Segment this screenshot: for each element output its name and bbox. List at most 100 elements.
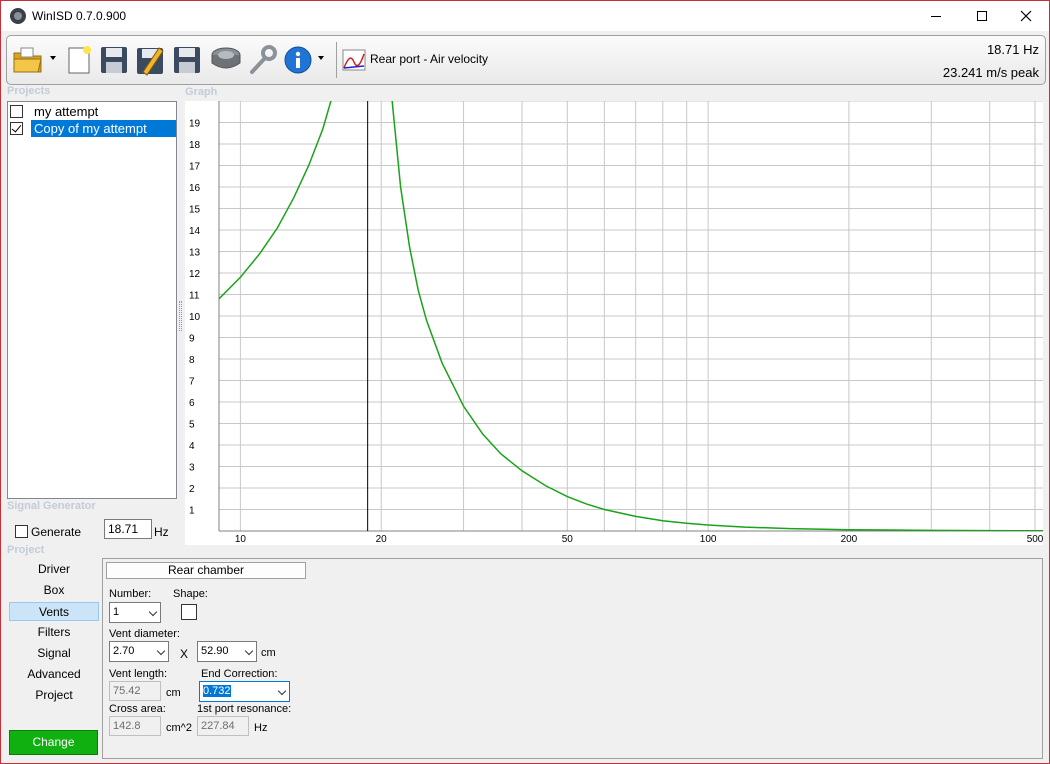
tab-vents[interactable]: Vents xyxy=(9,602,99,621)
vent-diameter-label: Vent diameter: xyxy=(109,628,180,640)
open-dropdown-arrow[interactable] xyxy=(50,56,56,60)
tab-filters[interactable]: Filters xyxy=(9,623,99,642)
toolbar: Rear port - Air velocity 18.71 Hz 23.241… xyxy=(6,35,1046,85)
save-edit-button[interactable] xyxy=(133,42,167,78)
open-button[interactable] xyxy=(11,42,45,78)
project-checkbox[interactable] xyxy=(10,105,23,118)
end-correction-combo[interactable]: 0.732 xyxy=(199,681,290,702)
y-tick-label: 18 xyxy=(189,140,201,151)
number-combo[interactable]: 1 xyxy=(109,602,161,623)
driver-button[interactable] xyxy=(209,42,243,78)
signal-generator-caption: Signal Generator xyxy=(7,500,96,512)
y-tick-label: 3 xyxy=(189,463,195,474)
cross-area-label: Cross area: xyxy=(109,703,166,715)
cross-area-unit: cm^2 xyxy=(166,722,192,734)
air-velocity-chart[interactable]: 1234567891011121314151617181910 20 50 100 20… xyxy=(185,101,1043,545)
vent-length-field: 75.42 xyxy=(109,681,161,701)
shape-selector[interactable] xyxy=(181,604,197,620)
x-tick-label: 10 xyxy=(235,534,247,545)
vent-second-value: 52.90 xyxy=(201,645,229,657)
y-tick-label: 2 xyxy=(189,484,195,495)
y-tick-label: 6 xyxy=(189,398,195,409)
app-window: WinISD 0.7.0.900 Rear port - Air velocit… xyxy=(0,0,1050,764)
wrench-icon xyxy=(250,45,277,74)
rear-chamber-button[interactable]: Rear chamber xyxy=(106,562,306,579)
vent-diameter-value: 2.70 xyxy=(113,645,135,657)
tools-button[interactable] xyxy=(245,42,279,78)
x-tick-label: 200 xyxy=(841,534,858,545)
vent-diameter-combo[interactable]: 2.70 xyxy=(109,641,169,662)
project-tab-list: Driver Box Vents Filters Signal Advanced… xyxy=(7,559,101,759)
graph-caption: Graph xyxy=(185,86,218,98)
change-button[interactable]: Change xyxy=(9,730,98,755)
panel-splitter-handle[interactable] xyxy=(179,301,182,331)
y-tick-label: 4 xyxy=(189,441,195,452)
tab-driver[interactable]: Driver xyxy=(9,560,99,579)
minimize-icon xyxy=(931,15,941,17)
vent-second-dimension-combo[interactable]: 52.90 xyxy=(197,641,257,662)
end-correction-value: 0.732 xyxy=(203,685,231,697)
y-tick-label: 19 xyxy=(189,119,201,130)
save-as-disk-icon xyxy=(174,47,200,73)
tab-signal[interactable]: Signal xyxy=(9,644,99,663)
tab-box[interactable]: Box xyxy=(9,581,99,600)
info-button[interactable] xyxy=(281,42,315,78)
maximize-button[interactable] xyxy=(959,1,1005,31)
vent-length-unit: cm xyxy=(166,687,181,699)
project-label[interactable]: my attempt xyxy=(31,103,176,120)
vent-length-label: Vent length: xyxy=(109,668,168,680)
new-button[interactable] xyxy=(62,42,96,78)
graph-mode-label[interactable]: Rear port - Air velocity xyxy=(370,52,488,66)
y-tick-label: 7 xyxy=(189,377,195,388)
maximize-icon xyxy=(977,11,987,21)
port-resonance-label: 1st port resonance: xyxy=(197,703,292,715)
y-tick-label: 9 xyxy=(189,334,195,345)
generator-frequency-input[interactable] xyxy=(104,519,152,539)
close-icon xyxy=(1020,10,1032,22)
y-tick-label: 17 xyxy=(189,162,201,173)
project-checkbox-checked[interactable] xyxy=(10,122,23,135)
x-tick-label: 500 xyxy=(1027,534,1043,545)
chevron-down-icon xyxy=(148,607,158,617)
generate-checkbox-wrap[interactable] xyxy=(15,525,31,538)
save-button[interactable] xyxy=(97,42,131,78)
speaker-driver-icon xyxy=(211,47,241,69)
y-tick-label: 15 xyxy=(189,205,201,216)
generate-label: Generate xyxy=(31,525,82,539)
title-bar: WinISD 0.7.0.900 xyxy=(1,1,1049,31)
y-tick-label: 16 xyxy=(189,183,201,194)
project-label-selected[interactable]: Copy of my attempt xyxy=(31,120,176,137)
project-item-copy-of-my-attempt[interactable]: Copy of my attempt xyxy=(10,120,176,137)
graph-chart-icon xyxy=(342,49,366,71)
cross-area-field: 142.8 xyxy=(109,716,161,736)
graph-panel[interactable]: 1 2 3 4 5 6 7 8 9 10 11 12 13 14 15 16 17 18 19 10 20 50 100 20… xyxy=(185,101,1043,545)
x-tick-label: 50 xyxy=(562,534,574,545)
chevron-down-icon xyxy=(277,686,287,696)
new-document-icon xyxy=(68,46,91,74)
minimize-button[interactable] xyxy=(913,1,959,31)
project-item-my-attempt[interactable]: my attempt xyxy=(10,103,176,120)
graph-type-button[interactable] xyxy=(337,42,371,78)
port-resonance-field: 227.84 xyxy=(197,716,249,736)
shape-label: Shape: xyxy=(173,588,208,600)
generator-frequency-unit: Hz xyxy=(154,525,169,539)
project-caption: Project xyxy=(7,544,45,556)
y-tick-label: 8 xyxy=(189,355,195,366)
generate-checkbox[interactable] xyxy=(15,525,28,538)
tab-project[interactable]: Project xyxy=(9,686,99,705)
app-speaker-icon xyxy=(10,8,26,24)
open-folder-icon xyxy=(13,47,42,73)
projects-list[interactable]: my attempt Copy of my attempt xyxy=(7,101,177,499)
chevron-down-icon xyxy=(156,646,166,656)
y-tick-label: 12 xyxy=(189,269,201,280)
tab-advanced[interactable]: Advanced xyxy=(9,665,99,684)
save-disk-icon xyxy=(101,47,127,73)
close-button[interactable] xyxy=(1003,1,1049,31)
velocity-readout: 23.241 m/s peak xyxy=(942,65,1039,80)
info-icon xyxy=(284,46,312,74)
number-label: Number: xyxy=(109,588,152,600)
save-as-button[interactable] xyxy=(170,42,204,78)
frequency-readout: 18.71 Hz xyxy=(986,42,1039,57)
y-tick-label: 10 xyxy=(189,312,201,323)
info-dropdown-arrow[interactable] xyxy=(318,56,324,60)
